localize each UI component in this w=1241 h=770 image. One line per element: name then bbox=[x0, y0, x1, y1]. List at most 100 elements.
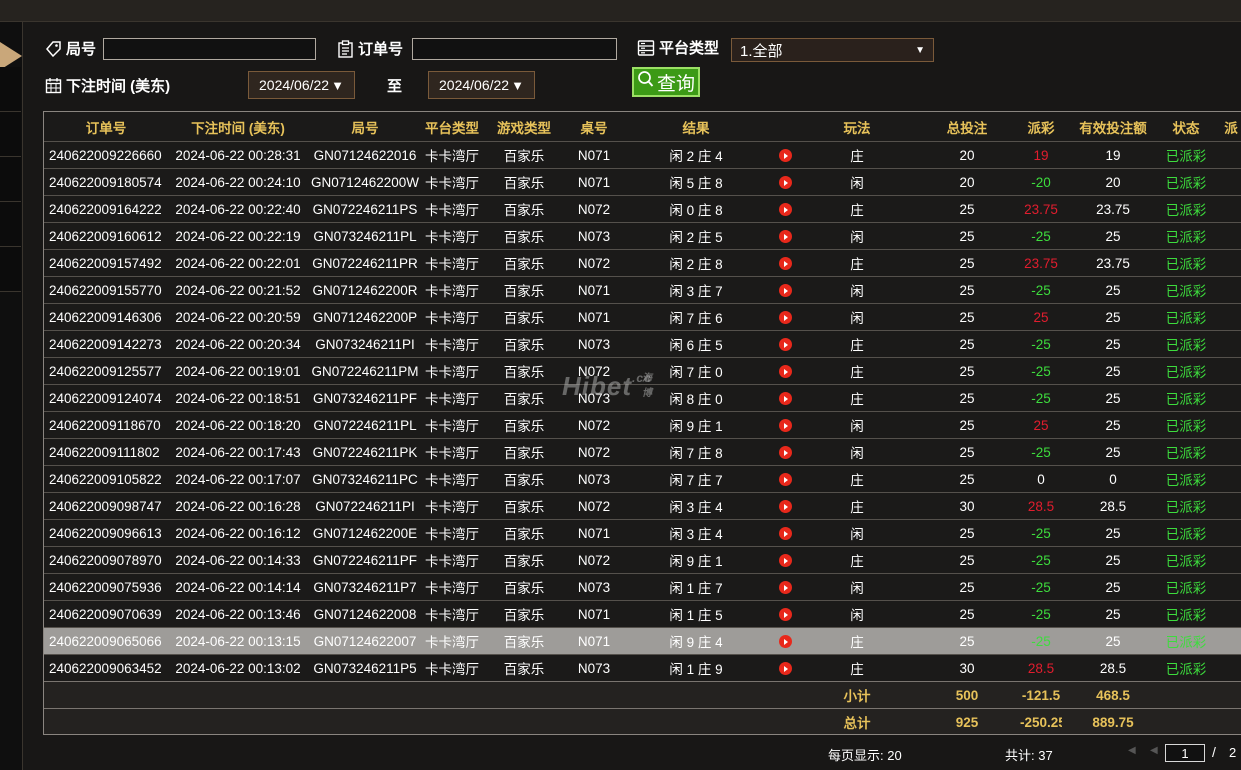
summary-cell bbox=[168, 708, 308, 734]
play-video-icon[interactable] bbox=[778, 338, 792, 352]
side-nav-item[interactable] bbox=[0, 202, 21, 247]
table-row[interactable]: 240622009105822 2024-06-22 00:17:07 GN0732… bbox=[44, 465, 1241, 493]
play-video-icon[interactable] bbox=[778, 608, 792, 622]
table-row[interactable]: 240622009146306 2024-06-22 00:20:59 GN0712… bbox=[44, 303, 1241, 331]
play-video-icon[interactable] bbox=[778, 311, 792, 325]
col-header-play[interactable]: 玩法 bbox=[800, 112, 914, 142]
play-video-icon[interactable] bbox=[778, 581, 792, 595]
row-order-id: 240622009160612 bbox=[44, 222, 168, 250]
order-input[interactable] bbox=[412, 38, 617, 60]
play-video-icon[interactable] bbox=[778, 662, 792, 676]
extra-cell bbox=[1208, 141, 1241, 169]
row-result: 闲 6 庄 5 bbox=[622, 330, 770, 358]
row-game-type: 百家乐 bbox=[482, 411, 566, 439]
play-video-icon[interactable] bbox=[778, 554, 792, 568]
table-row[interactable]: 240622009070639 2024-06-22 00:13:46 GN0712… bbox=[44, 600, 1241, 628]
date-to-picker[interactable]: 2024/06/22 ▼ bbox=[428, 71, 535, 99]
first-page-icon[interactable]: ◀ bbox=[1128, 745, 1136, 756]
row-order-id: 240622009155770 bbox=[44, 276, 168, 304]
table-row[interactable]: 240622009157492 2024-06-22 00:22:01 GN0722… bbox=[44, 249, 1241, 277]
summary-cell bbox=[1164, 708, 1208, 734]
play-video-icon[interactable] bbox=[778, 473, 792, 487]
col-header-total-bet[interactable]: 总投注 bbox=[914, 112, 1020, 142]
row-status: 已派彩 bbox=[1164, 600, 1208, 628]
col-header-platform[interactable]: 平台类型 bbox=[422, 112, 482, 142]
play-video-icon[interactable] bbox=[778, 257, 792, 271]
side-nav-item[interactable] bbox=[0, 112, 21, 157]
col-header-bet-time[interactable]: 下注时间 (美东) bbox=[168, 112, 308, 142]
side-nav-item[interactable] bbox=[0, 247, 21, 292]
page-number-input[interactable] bbox=[1165, 744, 1205, 762]
play-video-icon[interactable] bbox=[778, 203, 792, 217]
query-button[interactable]: 查询 bbox=[632, 67, 700, 97]
row-platform: 卡卡湾厅 bbox=[422, 438, 482, 466]
play-video-icon[interactable] bbox=[778, 176, 792, 190]
play-video-icon[interactable] bbox=[778, 284, 792, 298]
row-total-bet: 25 bbox=[914, 249, 1020, 277]
server-icon bbox=[637, 39, 655, 57]
row-total-bet: 25 bbox=[914, 600, 1020, 628]
col-header-game-type[interactable]: 游戏类型 bbox=[482, 112, 566, 142]
side-nav-item[interactable] bbox=[0, 157, 21, 202]
tag-icon bbox=[45, 40, 62, 57]
row-round-id: GN073246211PL bbox=[308, 222, 422, 250]
col-header-table-no[interactable]: 桌号 bbox=[566, 112, 622, 142]
row-payout: -25 bbox=[1020, 438, 1062, 466]
table-row[interactable]: 240622009078970 2024-06-22 00:14:33 GN0722… bbox=[44, 546, 1241, 574]
table-row[interactable]: 240622009063452 2024-06-22 00:13:02 GN0732… bbox=[44, 654, 1241, 682]
row-table-no: N073 bbox=[566, 654, 622, 682]
row-bet-time: 2024-06-22 00:14:33 bbox=[168, 546, 308, 574]
table-row[interactable]: 240622009118670 2024-06-22 00:18:20 GN0722… bbox=[44, 411, 1241, 439]
table-row[interactable]: 240622009180574 2024-06-22 00:24:10 GN0712… bbox=[44, 168, 1241, 196]
col-header-more[interactable]: 派 bbox=[1208, 112, 1241, 142]
row-total-bet: 20 bbox=[914, 168, 1020, 196]
table-row[interactable]: 240622009075936 2024-06-22 00:14:14 GN0732… bbox=[44, 573, 1241, 601]
table-row[interactable]: 240622009155770 2024-06-22 00:21:52 GN0712… bbox=[44, 276, 1241, 304]
row-payout: -25 bbox=[1020, 600, 1062, 628]
summary-cell bbox=[422, 708, 482, 734]
table-row[interactable]: 240622009124074 2024-06-22 00:18:51 GN0732… bbox=[44, 384, 1241, 412]
row-order-id: 240622009226660 bbox=[44, 141, 168, 169]
row-status: 已派彩 bbox=[1164, 411, 1208, 439]
row-platform: 卡卡湾厅 bbox=[422, 465, 482, 493]
round-input[interactable] bbox=[103, 38, 316, 60]
play-video-icon[interactable] bbox=[778, 527, 792, 541]
row-table-no: N071 bbox=[566, 141, 622, 169]
row-game-type: 百家乐 bbox=[482, 384, 566, 412]
row-bet-time: 2024-06-22 00:19:01 bbox=[168, 357, 308, 385]
prev-page-icon[interactable]: ◀ bbox=[1150, 745, 1158, 756]
side-nav-item[interactable] bbox=[0, 67, 21, 112]
row-result: 闲 3 庄 7 bbox=[622, 276, 770, 304]
table-row[interactable]: 240622009142273 2024-06-22 00:20:34 GN0732… bbox=[44, 330, 1241, 358]
pagination-bar: 每页显示: 20 共计: 37 ◀ ◀ / 2 bbox=[0, 736, 1241, 770]
col-header-valid-bet[interactable]: 有效投注额 bbox=[1062, 112, 1164, 142]
table-row[interactable]: 240622009065066 2024-06-22 00:13:15 GN0712… bbox=[44, 627, 1241, 655]
play-video-icon[interactable] bbox=[778, 230, 792, 244]
col-header-order[interactable]: 订单号 bbox=[44, 112, 168, 142]
col-header-payout[interactable]: 派彩 bbox=[1020, 112, 1062, 142]
play-video-icon[interactable] bbox=[778, 392, 792, 406]
table-row[interactable]: 240622009226660 2024-06-22 00:28:31 GN0712… bbox=[44, 141, 1241, 169]
play-video-icon[interactable] bbox=[778, 446, 792, 460]
date-from-picker[interactable]: 2024/06/22 ▼ bbox=[248, 71, 355, 99]
row-status: 已派彩 bbox=[1164, 195, 1208, 223]
table-row[interactable]: 240622009125577 2024-06-22 00:19:01 GN0722… bbox=[44, 357, 1241, 385]
table-row[interactable]: 240622009164222 2024-06-22 00:22:40 GN0722… bbox=[44, 195, 1241, 223]
play-video-icon[interactable] bbox=[778, 149, 792, 163]
platform-select[interactable]: 1.全部 ▼ bbox=[731, 38, 934, 62]
play-video-icon[interactable] bbox=[778, 419, 792, 433]
replay-cell bbox=[770, 654, 800, 682]
table-row[interactable]: 240622009111802 2024-06-22 00:17:43 GN0722… bbox=[44, 438, 1241, 466]
active-nav-tab-marker[interactable] bbox=[0, 42, 22, 70]
col-header-status[interactable]: 状态 bbox=[1164, 112, 1208, 142]
play-video-icon[interactable] bbox=[778, 365, 792, 379]
table-row[interactable]: 240622009096613 2024-06-22 00:16:12 GN0712… bbox=[44, 519, 1241, 547]
play-video-icon[interactable] bbox=[778, 500, 792, 514]
table-row[interactable]: 240622009098747 2024-06-22 00:16:28 GN0722… bbox=[44, 492, 1241, 520]
play-video-icon[interactable] bbox=[778, 635, 792, 649]
table-row[interactable]: 240622009160612 2024-06-22 00:22:19 GN0732… bbox=[44, 222, 1241, 250]
row-valid-bet: 25 bbox=[1062, 222, 1164, 250]
col-header-round[interactable]: 局号 bbox=[308, 112, 422, 142]
total-count-label: 共计: 37 bbox=[1005, 748, 1053, 763]
col-header-result[interactable]: 结果 bbox=[622, 112, 770, 142]
